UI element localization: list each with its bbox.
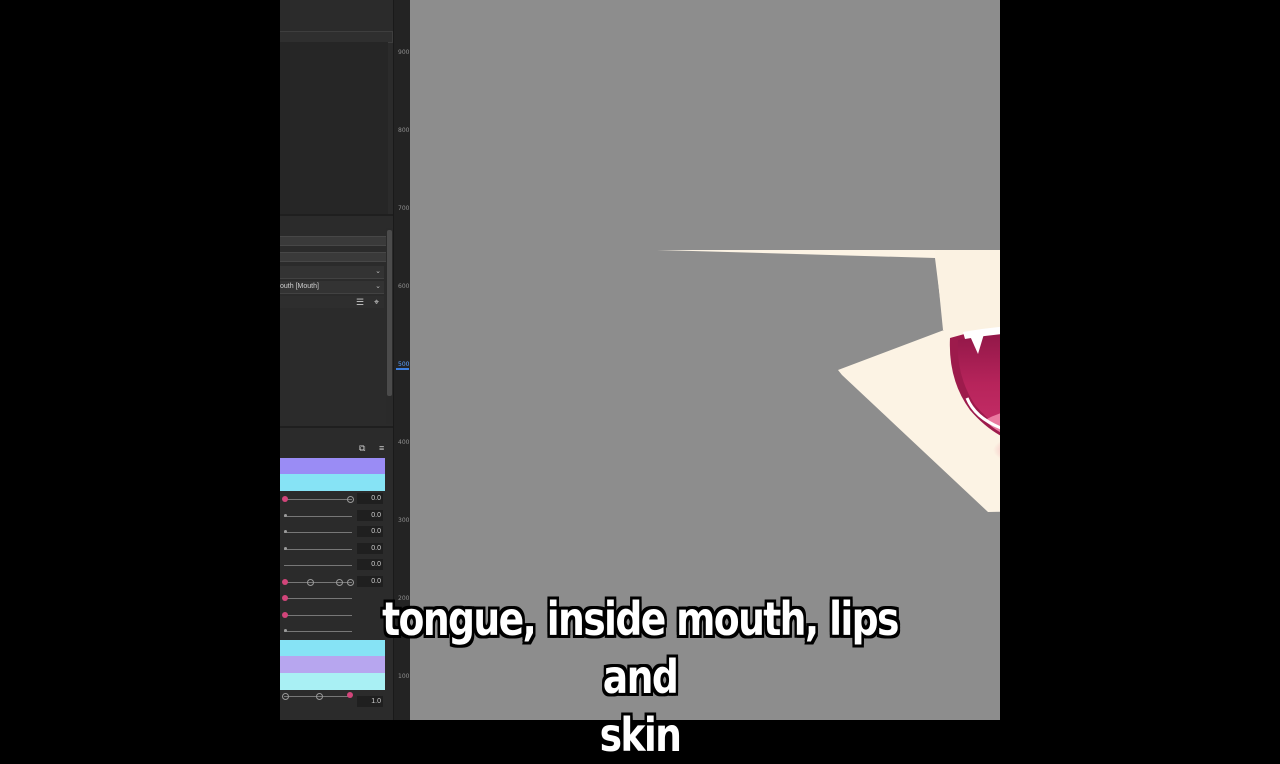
chevron-down-icon: ⌄ xyxy=(375,283,381,290)
parameter-row[interactable]: 0.0 xyxy=(280,491,385,507)
layer-name-label: outh [Mouth] xyxy=(280,283,319,290)
slider-track xyxy=(284,499,352,500)
ruler-tick-label: 900 xyxy=(398,49,410,56)
slider-track xyxy=(284,532,352,533)
skin-upper-mesh xyxy=(935,250,1000,330)
slider-track xyxy=(284,598,352,599)
ruler-tick-label: 300 xyxy=(398,517,410,524)
panel-row[interactable] xyxy=(280,252,392,262)
slider-key[interactable] xyxy=(307,579,314,586)
ruler-tick-label: 400 xyxy=(398,439,410,446)
parameter-value[interactable]: 0.0 xyxy=(357,576,383,587)
parameter-value[interactable]: 0.0 xyxy=(357,526,383,537)
target-icon[interactable]: ⌖ xyxy=(374,297,379,307)
subtitle-line-2: skin xyxy=(599,708,682,762)
panel-middle-area xyxy=(280,310,388,424)
ruler-tick-label: 600 xyxy=(398,283,410,290)
panel-scrollbar-thumb[interactable] xyxy=(387,230,392,396)
parameter-group-band xyxy=(280,458,385,474)
video-subtitle: tongue, inside mouth, lips and skin xyxy=(345,590,935,764)
slider-knob[interactable] xyxy=(282,595,288,601)
panel-upper-area xyxy=(280,42,388,214)
slider-key[interactable] xyxy=(347,579,354,586)
slider-knob[interactable] xyxy=(284,629,287,632)
slider-track xyxy=(284,565,352,566)
layer-dropdown[interactable]: outh [Mouth] ⌄ xyxy=(280,281,384,294)
menu-icon[interactable]: ≡ xyxy=(379,443,384,453)
list-icon[interactable]: ☰ xyxy=(356,297,364,307)
parameter-row[interactable]: 0.0 xyxy=(280,508,385,524)
parameter-row[interactable]: 0.0 xyxy=(280,524,385,540)
copy-icon[interactable]: ⧉ xyxy=(359,443,365,453)
slider-knob[interactable] xyxy=(282,579,288,585)
parameter-value[interactable]: 0.0 xyxy=(357,543,383,554)
slider-track xyxy=(284,615,352,616)
parameter-value[interactable]: 0.0 xyxy=(357,493,383,504)
slider-track xyxy=(284,549,352,550)
ruler-tick-label: 500 xyxy=(398,361,410,368)
ruler-tick-label: 700 xyxy=(398,205,410,212)
parameter-group-band xyxy=(280,474,385,491)
layer-options-row: ☰ ⌖ xyxy=(280,296,384,308)
panel-separator xyxy=(280,426,393,428)
subtitle-line-1: tongue, inside mouth, lips and xyxy=(382,592,899,704)
slider-knob[interactable] xyxy=(284,514,287,517)
slider-track xyxy=(284,631,352,632)
slider-track xyxy=(284,516,352,517)
ruler-tick-label: 800 xyxy=(398,127,410,134)
slider-key[interactable] xyxy=(336,579,343,586)
parameter-value[interactable]: 0.0 xyxy=(357,510,383,521)
slider-key[interactable] xyxy=(347,496,354,503)
slider-knob[interactable] xyxy=(284,530,287,533)
parameter-value[interactable]: 0.0 xyxy=(357,559,383,570)
parameter-row[interactable]: 0.0 xyxy=(280,541,385,557)
slider-key[interactable] xyxy=(316,693,323,700)
panel-row[interactable] xyxy=(280,236,392,246)
parameter-row[interactable]: 0.0 xyxy=(280,557,385,573)
panel-separator xyxy=(280,214,393,216)
slider-knob[interactable] xyxy=(284,547,287,550)
layer-dropdown-empty[interactable]: ⌄ xyxy=(280,266,384,279)
slider-key[interactable] xyxy=(282,693,289,700)
parameter-row[interactable]: 0.0 xyxy=(280,574,385,590)
slider-knob[interactable] xyxy=(282,496,288,502)
slider-knob[interactable] xyxy=(282,612,288,618)
ruler-position-marker xyxy=(396,368,409,370)
chevron-down-icon: ⌄ xyxy=(375,268,381,275)
